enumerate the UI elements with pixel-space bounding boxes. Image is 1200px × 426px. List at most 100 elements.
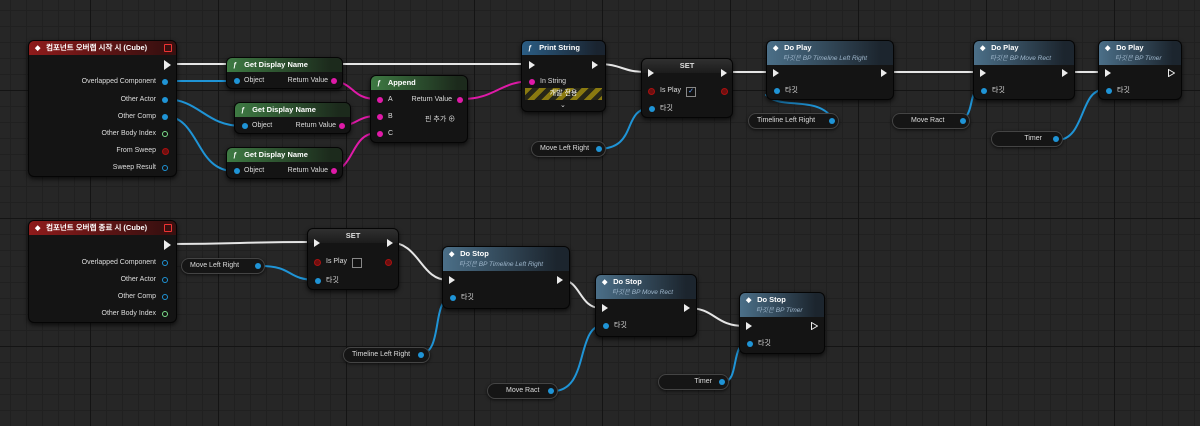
pin-other-body-index[interactable] [162,131,168,137]
exec-in-pin[interactable] [314,239,320,247]
exec-out-pin[interactable] [592,61,598,69]
pin-target[interactable] [603,323,609,329]
pin-output[interactable] [960,118,966,124]
exec-out-pin[interactable] [721,69,727,77]
expand-chevron-icon[interactable]: ⌄ [560,101,566,109]
pin-a[interactable] [377,97,383,103]
pin-target[interactable] [747,341,753,347]
pin-object[interactable] [234,168,240,174]
pin-return-value[interactable] [457,97,463,103]
pin-label-overlapped-component: Overlapped Component [81,78,156,85]
pin-target[interactable] [649,106,655,112]
pin-return-value[interactable] [339,123,345,129]
pin-is-play[interactable] [648,88,655,95]
variable-timer-2[interactable]: Timer [658,374,729,390]
do-play-timeline-node[interactable]: ◆ Do Play 타깃은 BP Timeline Left Right 타깃 [766,40,894,100]
pin-output[interactable] [418,352,424,358]
add-pin-button[interactable]: 핀 추가 ⊕ [425,114,455,124]
exec-out-pin-unconnected[interactable] [811,322,818,330]
event-close-icon[interactable] [164,224,172,232]
variable-move-ract[interactable]: Move Ract [892,113,970,129]
pin-return-value[interactable] [331,168,337,174]
set-header: SET [642,59,732,73]
pin-is-play-out[interactable] [385,259,392,266]
append-node[interactable]: ƒ Append A B C Return Value 핀 추가 ⊕ [370,75,468,143]
pin-label-object: Object [252,122,273,129]
pin-overlapped-component[interactable] [162,260,168,266]
variable-move-ract-2[interactable]: Move Ract [487,383,558,399]
pin-label-a: A [388,96,393,103]
get-display-name-node-1[interactable]: ƒ Get Display Name Object Return Value [226,57,343,89]
event-close-icon[interactable] [164,44,172,52]
pin-target[interactable] [774,88,780,94]
pin-output[interactable] [1053,136,1059,142]
exec-out-pin[interactable] [881,69,887,77]
function-icon: ◆ [746,297,752,304]
variable-move-left-right-2[interactable]: Move Left Right [181,258,265,274]
function-icon: ◆ [1105,45,1111,52]
do-stop-timeline-node[interactable]: ◆ Do Stop 타깃은 BP Timeline Left Right 타깃 [442,246,570,309]
pin-other-actor[interactable] [162,277,168,283]
pin-overlapped-component[interactable] [162,79,168,85]
get-display-name-node-3[interactable]: ƒ Get Display Name Object Return Value [226,147,343,179]
exec-out-pin-unconnected[interactable] [1168,69,1175,77]
pin-label-return-value: Return Value [287,167,328,174]
pin-output[interactable] [255,263,261,269]
exec-out-pin[interactable] [387,239,393,247]
do-stop-move-node[interactable]: ◆ Do Stop 타깃은 BP Move Rect 타깃 [595,274,697,337]
get-display-name-node-2[interactable]: ƒ Get Display Name Object Return Value [234,102,351,134]
pin-target[interactable] [981,88,987,94]
pin-target[interactable] [315,278,321,284]
variable-timer[interactable]: Timer [991,131,1063,147]
exec-out-pin[interactable] [684,304,690,312]
event-node-begin-overlap[interactable]: ◆ 컴포넌트 오버랩 시작 시 (Cube) Overlapped Compon… [28,40,177,177]
do-play-move-node[interactable]: ◆ Do Play 타깃은 BP Move Rect 타깃 [973,40,1075,100]
variable-timeline-left-right-2[interactable]: Timeline Left Right [343,347,430,363]
exec-in-pin[interactable] [980,69,986,77]
exec-in-pin[interactable] [1105,69,1111,77]
pin-object[interactable] [234,78,240,84]
pin-output[interactable] [548,388,554,394]
pin-other-comp[interactable] [162,294,168,300]
pin-other-comp[interactable] [162,114,168,120]
print-string-node[interactable]: ƒ Print String In String 개발 전용 ⌄ [521,40,606,112]
pin-other-body-index[interactable] [162,311,168,317]
pin-return-value[interactable] [331,78,337,84]
pin-c[interactable] [377,131,383,137]
exec-out-pin[interactable] [164,60,171,70]
exec-in-pin[interactable] [648,69,654,77]
pin-output[interactable] [719,379,725,385]
pin-output[interactable] [596,146,602,152]
exec-in-pin[interactable] [773,69,779,77]
is-play-checkbox[interactable] [352,258,362,268]
set-is-play-node-2[interactable]: SET Is Play 타깃 [307,228,399,290]
pin-output[interactable] [829,118,835,124]
pin-label-object: Object [244,167,265,174]
pin-b[interactable] [377,114,383,120]
pin-is-play-out[interactable] [721,88,728,95]
pin-target[interactable] [450,295,456,301]
is-play-checkbox[interactable]: ✓ [686,87,696,97]
pin-is-play[interactable] [314,259,321,266]
pin-from-sweep[interactable] [162,148,169,155]
do-stop-timer-node[interactable]: ◆ Do Stop 타깃은 BP Timer 타깃 [739,292,825,354]
variable-timeline-left-right[interactable]: Timeline Left Right [748,113,839,129]
variable-move-left-right[interactable]: Move Left Right [531,141,606,157]
exec-out-pin[interactable] [557,276,563,284]
event-node-end-overlap[interactable]: ◆ 컴포넌트 오버랩 종료 시 (Cube) Overlapped Compon… [28,220,177,323]
pin-other-actor[interactable] [162,97,168,103]
exec-in-pin[interactable] [602,304,608,312]
exec-out-pin[interactable] [1062,69,1068,77]
pin-label-target: 타깃 [461,294,474,301]
exec-in-pin[interactable] [746,322,752,330]
do-play-timer-node[interactable]: ◆ Do Play 타깃은 BP Timer 타깃 [1098,40,1182,100]
set-is-play-node-1[interactable]: SET Is Play ✓ 타깃 [641,58,733,118]
pin-in-string[interactable] [529,79,535,85]
exec-out-pin[interactable] [164,240,171,250]
function-header: ◆ Do Stop 타깃은 BP Timeline Left Right [443,247,569,271]
exec-in-pin[interactable] [449,276,455,284]
exec-in-pin[interactable] [529,61,535,69]
pin-object[interactable] [242,123,248,129]
pin-sweep-result[interactable] [162,165,168,171]
pin-target[interactable] [1106,88,1112,94]
